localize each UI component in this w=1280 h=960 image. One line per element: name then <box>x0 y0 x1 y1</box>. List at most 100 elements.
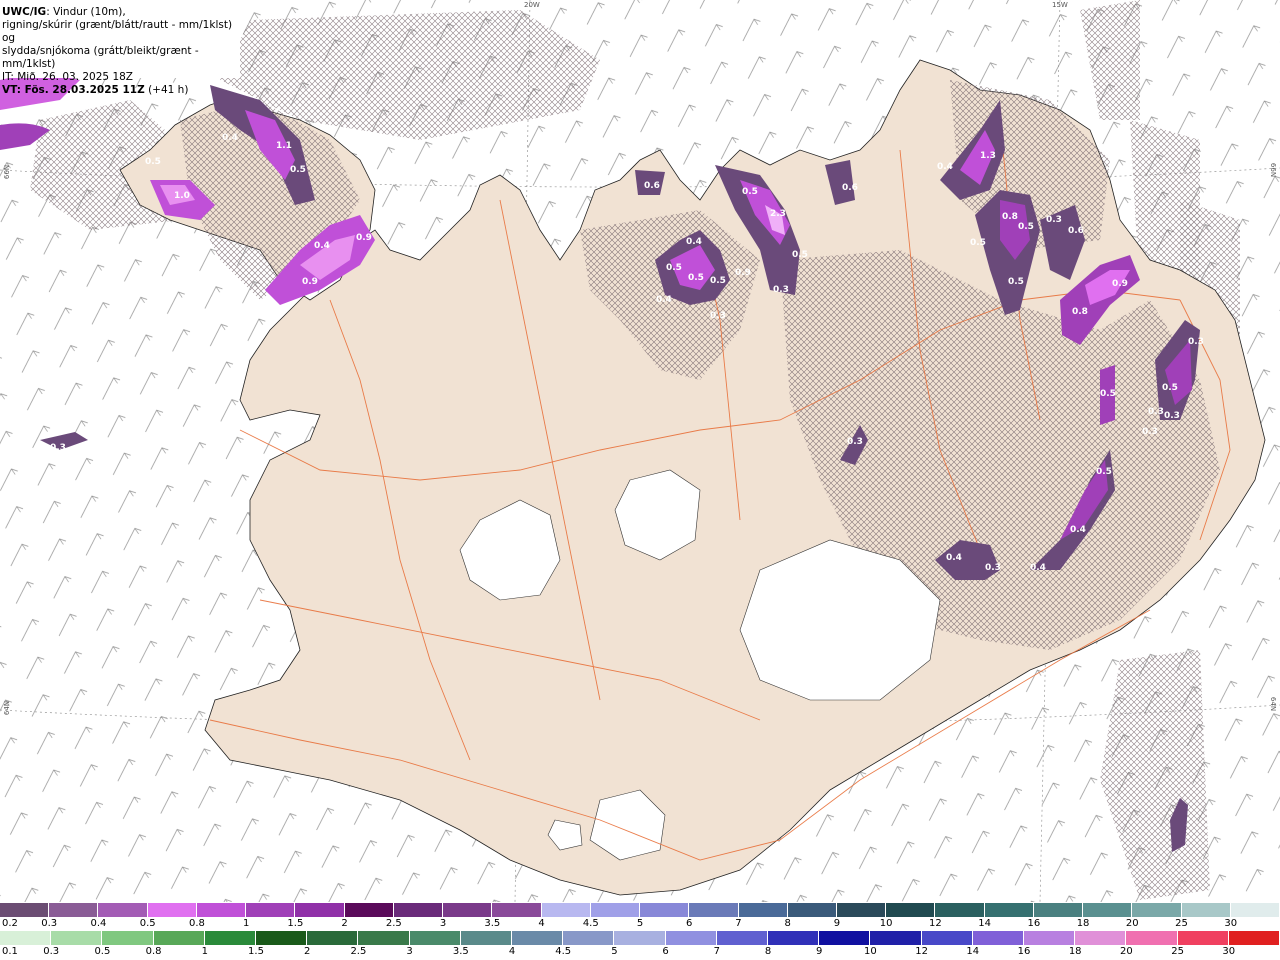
colorbar-label: 0.3 <box>43 946 60 957</box>
colorbar-swatch <box>256 931 308 945</box>
precip-value: 1.0 <box>174 191 190 201</box>
precip-value: 0.9 <box>302 277 318 287</box>
precip-value: 0.3 <box>1046 215 1062 225</box>
colorbar-label: 20 <box>1120 946 1133 957</box>
colorbar-swatch <box>819 931 871 945</box>
snow-colorbar <box>0 903 1280 917</box>
colorbar-label: 0.5 <box>94 946 111 957</box>
colorbar-swatch <box>716 931 769 945</box>
lat-label-64n-right: 64N <box>1269 696 1278 712</box>
colorbar-label: 1 <box>242 918 250 929</box>
colorbar-label: 3 <box>439 918 447 929</box>
precip-value: 0.4 <box>937 162 953 172</box>
precip-value: 1.3 <box>980 151 996 161</box>
colorbar-swatch <box>0 903 50 917</box>
colorbar-label: 0.5 <box>139 918 156 929</box>
rain-colorbar-labels: 0.1 0.3 0.5 0.8 1 1.5 2 2.5 3 3.5 4 4.5 5 6 7 8 9 10 12 14 1… <box>0 946 1280 958</box>
colorbar-swatch <box>1228 931 1280 945</box>
precip-value: 0.5 <box>792 250 808 260</box>
colorbar-label: 12 <box>915 946 928 957</box>
precip-value: 0.5 <box>1100 389 1116 399</box>
colorbar-swatch <box>49 903 99 917</box>
colorbar-label: 6 <box>662 946 669 957</box>
precip-value: 1.1 <box>276 141 292 151</box>
colorbar-label: 10 <box>879 918 893 929</box>
colorbar-swatch <box>886 903 936 917</box>
colorbar-swatch <box>787 903 837 917</box>
precip-value: 2.3 <box>770 209 786 219</box>
snow-colorbar-labels: 0.2 0.3 0.4 0.5 0.8 1 1.5 2 2.5 3 3.5 4 4.5 5 6 7 8 9 10 12… <box>0 918 1280 930</box>
colorbar-swatch <box>204 931 257 945</box>
lat-label-66n-left: 66N <box>3 164 12 180</box>
lon-label-20w: 20W <box>524 1 540 9</box>
colorbar-swatch <box>1126 931 1178 945</box>
precip-value: 0.3 <box>985 563 1001 573</box>
precip-value: 0.3 <box>773 285 789 295</box>
colorbar-swatch <box>344 903 394 917</box>
colorbar-label: 0.8 <box>145 946 162 957</box>
colorbar-swatch <box>1230 903 1280 917</box>
precip-value: 0.4 <box>314 241 330 251</box>
colorbar-swatch <box>307 931 359 945</box>
title-wind: : Vindur (10m), <box>46 6 126 18</box>
colorbar-label: 0.1 <box>2 946 18 957</box>
colorbar-label: 16 <box>1027 918 1041 929</box>
colorbar-swatch <box>1083 903 1133 917</box>
colorbar-swatch <box>935 903 985 917</box>
colorbar-swatch <box>51 931 103 945</box>
lat-label-64n-left: 64N <box>3 700 12 716</box>
colorbar-swatch <box>196 903 247 917</box>
colorbar-label: 18 <box>1068 946 1082 957</box>
colorbar-label: 6 <box>686 918 693 929</box>
colorbar-swatch <box>393 903 444 917</box>
colorbar-label: 12 <box>929 918 942 929</box>
colorbar-swatch <box>738 903 788 917</box>
colorbar-label: 25 <box>1171 946 1184 957</box>
colorbar-label: 16 <box>1017 946 1031 957</box>
precip-value: 0.6 <box>1068 226 1084 236</box>
colorbar-label: 5 <box>636 918 644 929</box>
precip-value: 0.9 <box>1112 279 1128 289</box>
colorbar-label: 1.5 <box>248 946 264 957</box>
colorbar-swatch <box>1181 903 1231 917</box>
precip-value: 0.3 <box>710 311 726 321</box>
colorbar-label: 20 <box>1125 918 1139 929</box>
colorbar-swatch <box>590 903 641 917</box>
init-time: IT: Mið. 26. 03. 2025 18Z <box>2 71 133 83</box>
precip-value: 0.9 <box>356 233 372 243</box>
precip-value: 0.5 <box>290 165 306 175</box>
precip-value: 0.4 <box>686 237 702 247</box>
colorbar-swatch <box>984 903 1034 917</box>
colorbar-swatch <box>409 931 461 945</box>
precip-value: 0.5 <box>710 276 726 286</box>
colorbar-swatch <box>153 931 205 945</box>
precip-value: 0.5 <box>1018 222 1034 232</box>
colorbar-label: 4 <box>508 946 516 957</box>
precip-value: 0.3 <box>1164 411 1180 421</box>
precip-value: 0.9 <box>735 268 751 278</box>
precip-value: 0.6 <box>644 181 660 191</box>
colorbar-swatch <box>972 931 1025 945</box>
precip-value: 0.3 <box>1142 427 1158 437</box>
colorbar-label: 0.2 <box>2 918 18 929</box>
colorbar-swatch <box>665 931 717 945</box>
colorbar-label: 5 <box>611 946 618 957</box>
colorbar-swatch <box>0 931 52 945</box>
precip-value: 0.4 <box>1070 525 1086 535</box>
colorbar-label: 3.5 <box>484 918 501 929</box>
colorbar-label: 30 <box>1222 946 1236 957</box>
precip-value: 0.4 <box>222 133 238 143</box>
colorbar-label: 7 <box>713 946 720 957</box>
precip-value: 0.5 <box>970 238 986 248</box>
colorbar-label: 2.5 <box>385 918 402 929</box>
valid-time: VT: Fös. 28.03.2025 11Z <box>2 84 145 96</box>
colorbar-label: 4 <box>538 918 545 929</box>
precip-value: 0.8 <box>1072 307 1088 317</box>
lat-label-66n-right: 66N <box>1269 162 1278 178</box>
precip-value: 0.8 <box>1002 212 1018 222</box>
colorbar-swatch <box>460 931 513 945</box>
colorbar-label: 0.3 <box>41 918 58 929</box>
colorbar-swatch <box>689 903 739 917</box>
colorbar-label: 25 <box>1175 918 1188 929</box>
precip-value: 0.4 <box>946 553 962 563</box>
